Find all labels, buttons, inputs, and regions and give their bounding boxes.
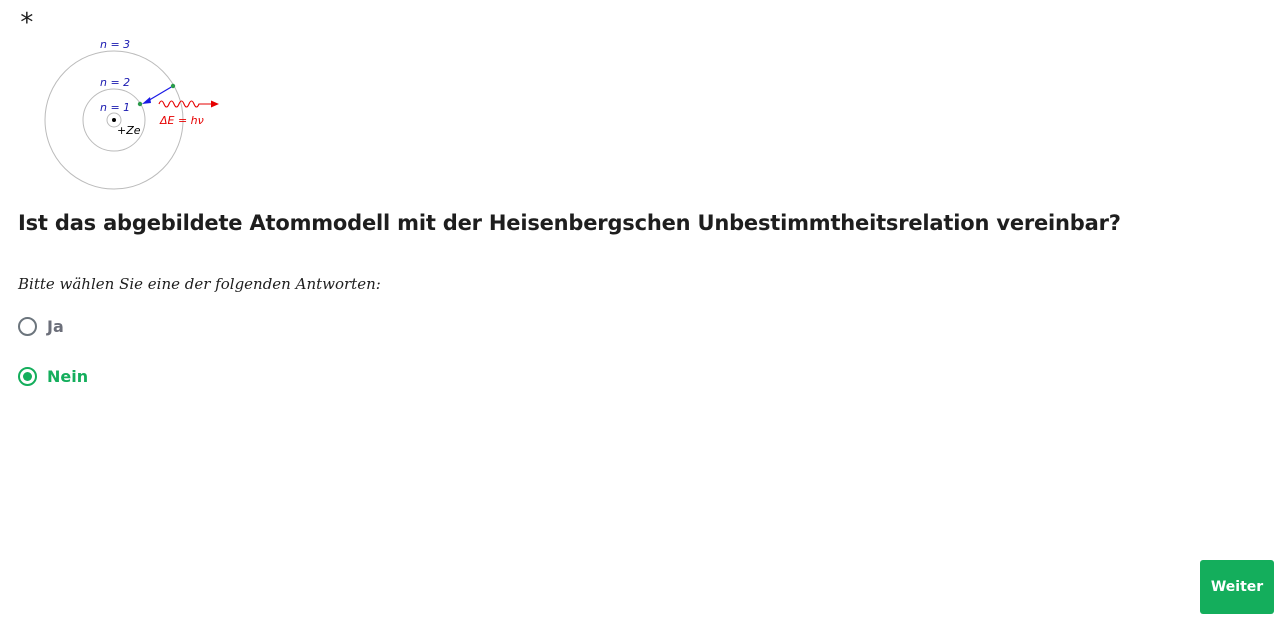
answer-list: Ja Nein (18, 315, 88, 415)
survey-page: * +Ze n = 3 n = 2 n = 1 ΔE = hν Ist das … (0, 0, 1288, 632)
transition-arrowhead (142, 97, 151, 104)
radio-ja[interactable] (18, 316, 37, 336)
electron-outer (170, 83, 176, 89)
required-asterisk: * (19, 8, 35, 38)
nucleus (112, 118, 116, 122)
answer-option-nein[interactable]: Nein (18, 365, 88, 387)
answer-label-ja: Ja (47, 316, 64, 336)
orbit-label-n3: n = 3 (100, 38, 130, 51)
photon-wave (158, 100, 211, 108)
bohr-atom-diagram: +Ze n = 3 n = 2 n = 1 ΔE = hν (44, 38, 219, 190)
orbit-label-n1: n = 1 (100, 101, 130, 114)
question-text: Ist das abgebildete Atommodell mit der H… (18, 211, 1121, 235)
answer-instruction: Bitte wählen Sie eine der folgenden Antw… (18, 275, 381, 293)
photon-arrowhead (211, 100, 219, 108)
next-button[interactable]: Weiter (1200, 560, 1274, 614)
radio-nein[interactable] (18, 366, 37, 386)
answer-label-nein: Nein (47, 366, 89, 386)
photon-label: ΔE = hν (159, 114, 204, 127)
electron-inner (137, 101, 143, 107)
orbit-label-n2: n = 2 (100, 76, 130, 89)
nucleus-label: +Ze (117, 124, 141, 137)
answer-option-ja[interactable]: Ja (18, 315, 88, 337)
